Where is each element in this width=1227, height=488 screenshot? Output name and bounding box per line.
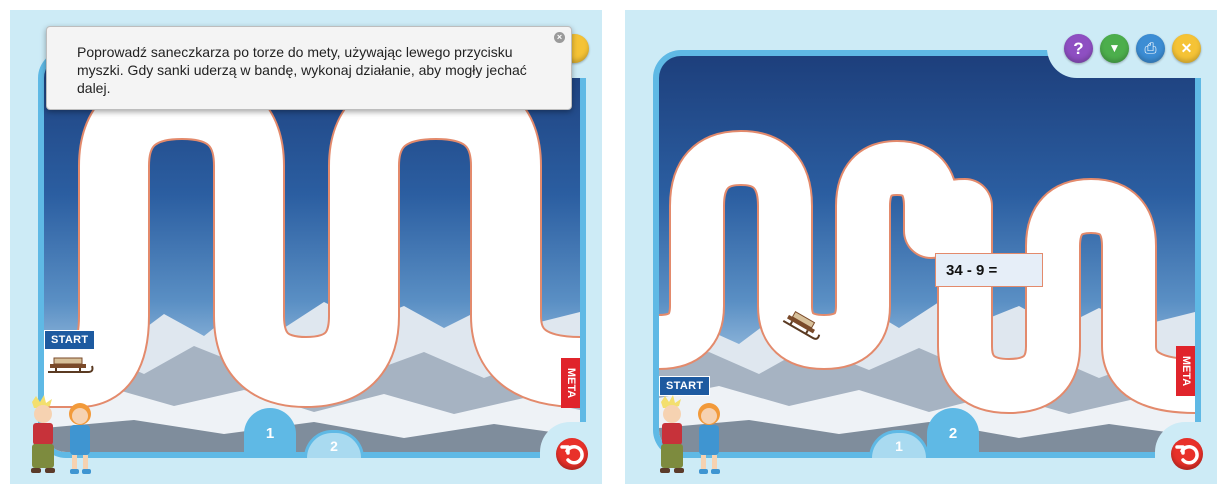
help-button[interactable]: ? xyxy=(1064,34,1093,63)
game-scene: START META 34 - 9 = xyxy=(659,56,1195,452)
left-game-panel: START META 1 2 Poprowadź saneczkarza po … xyxy=(10,10,602,484)
close-game-button[interactable]: ✕ xyxy=(1172,34,1201,63)
return-button[interactable] xyxy=(1171,438,1203,470)
start-label: START xyxy=(44,330,96,350)
boy-figure xyxy=(31,395,55,473)
close-popup-button[interactable]: × xyxy=(554,32,565,43)
finish-label: META xyxy=(1176,346,1195,396)
next-button[interactable]: ▼ xyxy=(1100,34,1129,63)
boy-figure xyxy=(660,395,684,473)
kids-mascot-icon xyxy=(660,395,720,474)
game-scene: START META xyxy=(44,56,580,452)
return-plate xyxy=(540,422,602,484)
scene-graphics xyxy=(659,130,1195,452)
question-mark-icon: ? xyxy=(1073,39,1084,58)
arrow-down-icon: ▼ xyxy=(1108,41,1121,55)
math-problem-box[interactable]: 34 - 9 = xyxy=(935,253,1043,287)
toolbar-plate: ? ▼ ⎙ ✕ xyxy=(1047,16,1211,78)
instruction-text: Poprowadź saneczkarza po torze do mety, … xyxy=(77,44,527,96)
return-button[interactable] xyxy=(556,438,588,470)
print-button[interactable]: ⎙ xyxy=(1136,34,1165,63)
printer-icon: ⎙ xyxy=(1144,40,1157,57)
start-label: START xyxy=(659,376,711,396)
finish-label: META xyxy=(561,358,580,408)
girl-figure xyxy=(69,403,91,474)
close-icon: ✕ xyxy=(1180,40,1193,56)
level-tab-2[interactable]: 2 xyxy=(927,408,979,458)
scene-graphics xyxy=(44,68,580,452)
girl-figure xyxy=(698,403,720,474)
level-tab-1[interactable]: 1 xyxy=(244,408,296,458)
finish-label-text: META xyxy=(565,367,578,399)
return-plate xyxy=(1155,422,1217,484)
math-expression: 34 - 9 = xyxy=(946,261,998,279)
return-arrow-icon xyxy=(1175,445,1199,465)
finish-label-text: META xyxy=(1180,355,1193,387)
return-arrow-icon xyxy=(560,445,584,465)
kids-mascot-icon xyxy=(31,395,91,474)
instruction-popup: Poprowadź saneczkarza po torze do mety, … xyxy=(46,26,572,110)
right-game-panel: START META 34 - 9 = ? ▼ ⎙ ✕ 1 2 xyxy=(625,10,1217,484)
